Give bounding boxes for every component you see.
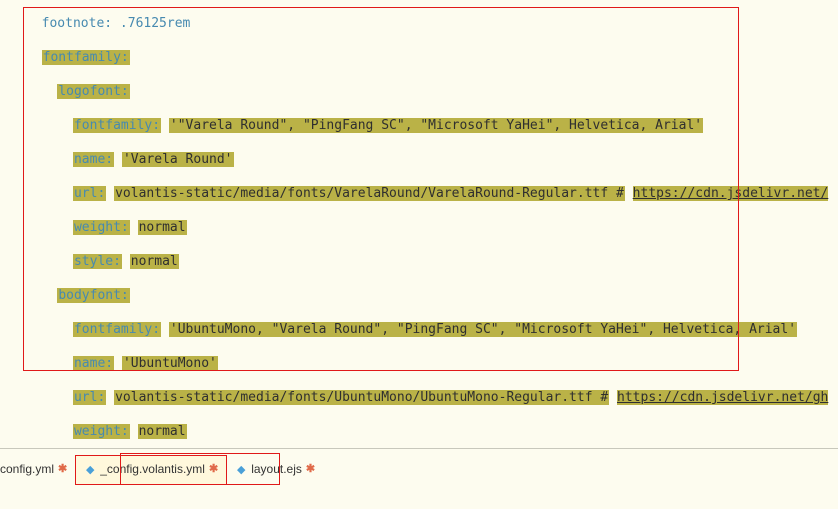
kw: style: — [73, 254, 122, 269]
file-icon: ◆ — [235, 464, 247, 476]
tab-layout-ejs[interactable]: ◆ layout.ejs ✱ — [227, 456, 323, 484]
dirty-icon: ✱ — [209, 461, 218, 478]
kw-bodyfont: bodyfont: — [57, 288, 129, 303]
tab-label: layout.ejs — [251, 461, 302, 478]
line-footnote: footnote: .76125rem — [42, 16, 191, 31]
val: 'UbuntuMono, "Varela Round", "PingFang S… — [169, 322, 797, 337]
val: volantis-static/media/fonts/UbuntuMono/U… — [114, 390, 609, 405]
tab-config-yml[interactable]: config.yml ✱ — [0, 456, 75, 484]
url-link[interactable]: https://cdn.jsdelivr.net/ — [633, 186, 829, 201]
tab-config-volantis-yml[interactable]: ◆ _config.volantis.yml ✱ — [75, 455, 227, 485]
dirty-icon: ✱ — [58, 461, 67, 478]
kw-fontfamily: fontfamily: — [42, 50, 130, 65]
kw: url: — [73, 186, 106, 201]
kw: weight: — [73, 220, 130, 235]
val: volantis-static/media/fonts/VarelaRound/… — [114, 186, 625, 201]
kw: url: — [73, 390, 106, 405]
kw: fontfamily: — [73, 118, 161, 133]
code-content: footnote: .76125rem fontfamily: logofont… — [26, 0, 828, 460]
editor-tab-bar: config.yml ✱ ◆ _config.volantis.yml ✱ ◆ … — [0, 448, 838, 490]
val: 'UbuntuMono' — [122, 356, 218, 371]
kw: weight: — [73, 424, 130, 439]
val: '"Varela Round", "PingFang SC", "Microso… — [169, 118, 703, 133]
tab-label: _config.volantis.yml — [100, 461, 205, 478]
kw-logofont: logofont: — [57, 84, 129, 99]
tab-label: config.yml — [0, 461, 54, 478]
code-editor[interactable]: footnote: .76125rem fontfamily: logofont… — [0, 0, 838, 460]
val: normal — [138, 220, 187, 235]
val: 'Varela Round' — [122, 152, 234, 167]
file-icon: ◆ — [84, 464, 96, 476]
val: normal — [130, 254, 179, 269]
kw: fontfamily: — [73, 322, 161, 337]
kw: name: — [73, 356, 114, 371]
url-link[interactable]: https://cdn.jsdelivr.net/gh — [617, 390, 828, 405]
kw: name: — [73, 152, 114, 167]
val: normal — [138, 424, 187, 439]
dirty-icon: ✱ — [306, 461, 315, 478]
